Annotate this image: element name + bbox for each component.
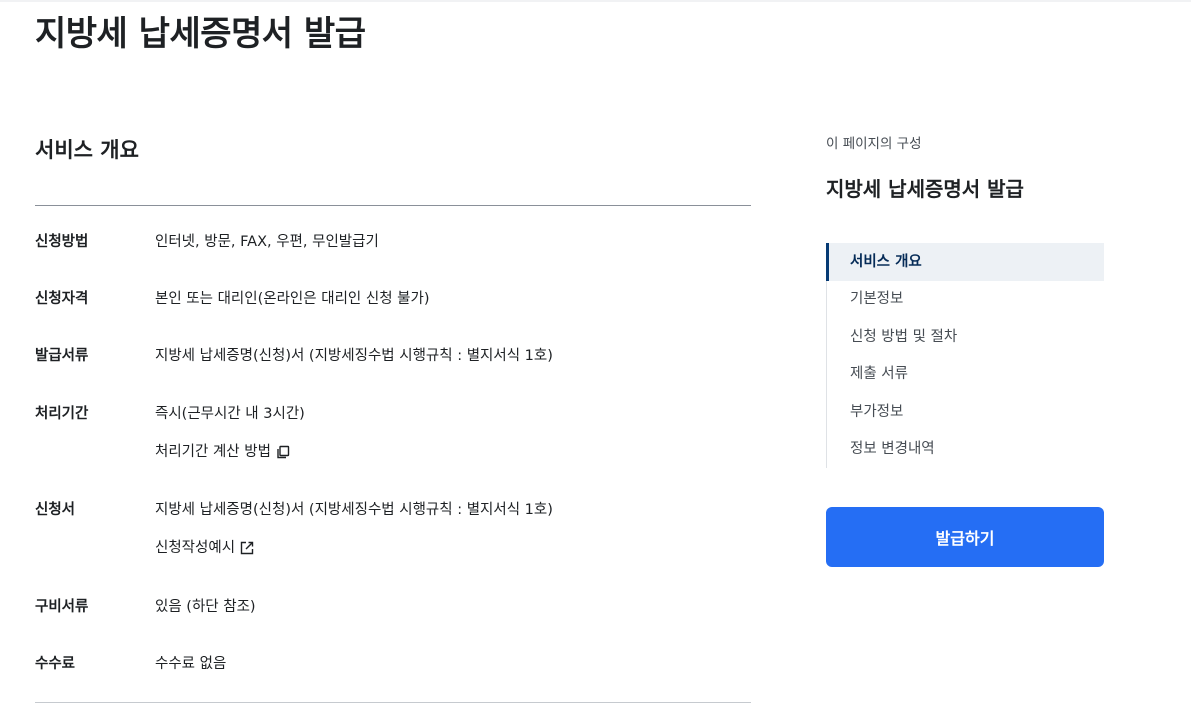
row-value: 수수료 없음 — [155, 654, 745, 674]
row-value-text: 있음 (하단 참조) — [155, 599, 256, 615]
row-label: 발급서류 — [35, 348, 89, 364]
row-value-text: 수수료 없음 — [155, 656, 227, 672]
link-text: 처리기간 계산 방법 — [155, 444, 271, 460]
row-value: 인터넷, 방문, FAX, 우편, 무인발급기 — [155, 232, 745, 252]
top-divider — [0, 0, 1191, 2]
issue-button[interactable]: 발급하기 — [826, 507, 1104, 567]
row-label: 처리기간 — [35, 406, 89, 422]
row-value: 본인 또는 대리인(온라인은 대리인 신청 불가) — [155, 289, 745, 309]
row-label: 신청자격 — [35, 291, 89, 307]
processing-time-calc-link[interactable]: 처리기간 계산 방법 — [155, 442, 745, 462]
row-label: 신청방법 — [35, 234, 89, 250]
row-label: 수수료 — [35, 656, 76, 672]
row-value: 즉시(근무시간 내 3시간) 처리기간 계산 방법 — [155, 404, 745, 462]
toc-item-submission-documents[interactable]: 제출 서류 — [827, 355, 1104, 393]
section-bottom-divider — [35, 702, 751, 703]
row-value: 지방세 납세증명(신청)서 (지방세징수법 시행규칙 : 별지서식 1호) — [155, 346, 745, 366]
row-value-text: 지방세 납세증명(신청)서 (지방세징수법 시행규칙 : 별지서식 1호) — [155, 502, 553, 518]
row-value-text: 지방세 납세증명(신청)서 (지방세징수법 시행규칙 : 별지서식 1호) — [155, 348, 553, 364]
toc-item-additional-info[interactable]: 부가정보 — [827, 393, 1104, 431]
section-divider — [35, 205, 751, 206]
section-title: 서비스 개요 — [35, 138, 139, 162]
toc-item-basic-info[interactable]: 기본정보 — [827, 280, 1104, 318]
toc-item-service-overview[interactable]: 서비스 개요 — [826, 243, 1104, 281]
external-link-icon — [239, 540, 255, 556]
toc-item-change-history[interactable]: 정보 변경내역 — [827, 430, 1104, 468]
copy-icon — [275, 444, 291, 460]
link-text: 신청작성예시 — [155, 540, 236, 556]
application-example-link[interactable]: 신청작성예시 — [155, 538, 745, 558]
row-value-text: 본인 또는 대리인(온라인은 대리인 신청 불가) — [155, 291, 430, 307]
row-value-text: 즉시(근무시간 내 3시간) — [155, 406, 305, 422]
service-overview-section: 서비스 개요 신청방법 인터넷, 방문, FAX, 우편, 무인발급기 신청자격… — [35, 134, 751, 703]
table-of-contents: 서비스 개요 기본정보 신청 방법 및 절차 제출 서류 부가정보 정보 변경내… — [826, 243, 1105, 468]
row-label: 신청서 — [35, 502, 76, 518]
row-value-text: 인터넷, 방문, FAX, 우편, 무인발급기 — [155, 234, 379, 250]
sidebar-caption: 이 페이지의 구성 — [826, 136, 922, 152]
page-title: 지방세 납세증명서 발급 — [35, 14, 366, 54]
row-value: 지방세 납세증명(신청)서 (지방세징수법 시행규칙 : 별지서식 1호) 신청… — [155, 500, 745, 558]
sidebar-title: 지방세 납세증명서 발급 — [826, 177, 1024, 201]
toc-item-application-procedure[interactable]: 신청 방법 및 절차 — [827, 318, 1104, 356]
row-label: 구비서류 — [35, 599, 89, 615]
row-value: 있음 (하단 참조) — [155, 597, 745, 617]
